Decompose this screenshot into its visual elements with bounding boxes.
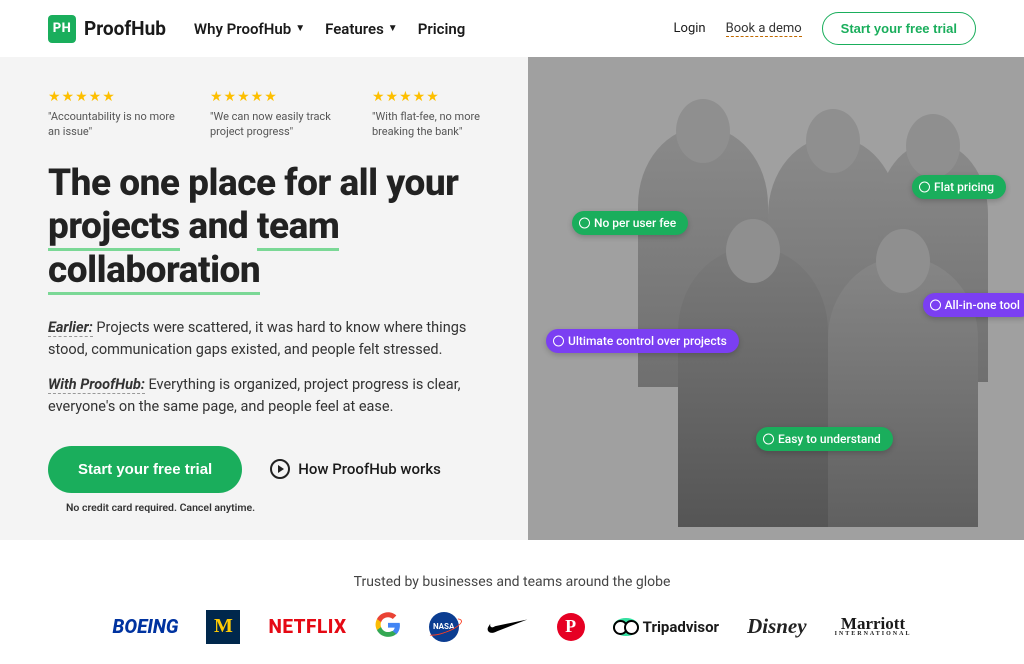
- book-demo-link[interactable]: Book a demo: [726, 21, 802, 37]
- logo-sublabel: INTERNATIONAL: [835, 632, 912, 637]
- headline-underline-projects: projects: [48, 205, 180, 251]
- logo-google: [375, 612, 401, 642]
- chevron-down-icon: ▼: [295, 23, 305, 34]
- logo-label: Tripadvisor: [643, 618, 719, 636]
- review-quote: "Accountability is no more an issue": [48, 109, 176, 140]
- review-1: ★★★★★ "Accountability is no more an issu…: [48, 89, 176, 140]
- star-rating-icon: ★★★★★: [48, 89, 176, 105]
- paragraph-earlier: Earlier: Projects were scattered, it was…: [48, 317, 500, 361]
- badge-flat-pricing: Flat pricing: [912, 175, 1006, 199]
- chevron-down-icon: ▼: [388, 23, 398, 34]
- trusted-by-label: Trusted by businesses and teams around t…: [0, 540, 1024, 600]
- review-quote: "We can now easily track project progres…: [210, 109, 338, 140]
- logo-text: ProofHub: [84, 17, 166, 40]
- hero-headline: The one place for all your projects and …: [48, 162, 500, 293]
- logo-netflix: NETFLIX: [268, 615, 346, 638]
- header-actions: Login Book a demo Start your free trial: [674, 12, 976, 45]
- hero-section: ★★★★★ "Accountability is no more an issu…: [0, 57, 1024, 540]
- review-3: ★★★★★ "With flat-fee, no more breaking t…: [372, 89, 500, 140]
- nav-label: Why ProofHub: [194, 20, 291, 38]
- site-header: PH ProofHub Why ProofHub ▼ Features ▼ Pr…: [0, 0, 1024, 57]
- paragraph-with-proofhub: With ProofHub: Everything is organized, …: [48, 374, 500, 418]
- badge-easy-to-understand: Easy to understand: [756, 427, 893, 451]
- review-row: ★★★★★ "Accountability is no more an issu…: [48, 89, 500, 140]
- logo-marriott: Marriott INTERNATIONAL: [835, 616, 912, 637]
- review-quote: "With flat-fee, no more breaking the ban…: [372, 109, 500, 140]
- logo-mark: PH: [48, 15, 76, 43]
- cta-row: Start your free trial How ProofHub works: [48, 446, 500, 493]
- play-circle-icon: [270, 459, 290, 479]
- nav-features[interactable]: Features ▼: [325, 20, 398, 38]
- badge-all-in-one: All-in-one tool: [923, 293, 1024, 317]
- hero-image: Flat pricing No per user fee All-in-one …: [528, 57, 1024, 540]
- hero-content: ★★★★★ "Accountability is no more an issu…: [0, 57, 528, 540]
- star-rating-icon: ★★★★★: [210, 89, 338, 105]
- start-trial-button[interactable]: Start your free trial: [48, 446, 242, 493]
- logo-pinterest: P: [557, 613, 585, 641]
- para-text: Projects were scattered, it was hard to …: [48, 319, 466, 358]
- review-2: ★★★★★ "We can now easily track project p…: [210, 89, 338, 140]
- brand-logo[interactable]: PH ProofHub: [48, 15, 166, 43]
- nav-label: Pricing: [418, 20, 466, 38]
- headline-text: and: [180, 205, 257, 248]
- how-works-label: How ProofHub works: [298, 460, 441, 478]
- cta-fine-print: No credit card required. Cancel anytime.: [66, 501, 500, 514]
- login-link[interactable]: Login: [674, 21, 706, 36]
- headline-text: The one place for all your: [48, 162, 458, 205]
- how-proofhub-works-link[interactable]: How ProofHub works: [270, 459, 441, 479]
- nav-label: Features: [325, 20, 384, 38]
- main-nav: Why ProofHub ▼ Features ▼ Pricing: [194, 20, 465, 38]
- logo-tripadvisor: Tripadvisor: [613, 618, 719, 636]
- logo-nasa: NASA: [429, 612, 459, 642]
- logo-nike: [487, 619, 529, 635]
- nav-pricing[interactable]: Pricing: [418, 20, 466, 38]
- star-rating-icon: ★★★★★: [372, 89, 500, 105]
- customer-logos-row: BOEING M NETFLIX NASA P Tripadvisor Disn…: [0, 600, 1024, 664]
- badge-ultimate-control: Ultimate control over projects: [546, 329, 739, 353]
- tripadvisor-owl-icon: [613, 618, 639, 636]
- logo-michigan: M: [206, 610, 240, 644]
- para-label: With ProofHub:: [48, 376, 145, 394]
- start-trial-header-button[interactable]: Start your free trial: [822, 12, 976, 45]
- badge-no-per-user-fee: No per user fee: [572, 211, 688, 235]
- nav-why-proofhub[interactable]: Why ProofHub ▼: [194, 20, 305, 38]
- logo-boeing: BOEING: [113, 615, 179, 638]
- logo-disney: Disney: [747, 614, 807, 639]
- para-label: Earlier:: [48, 319, 93, 337]
- person-illustration: [678, 247, 828, 527]
